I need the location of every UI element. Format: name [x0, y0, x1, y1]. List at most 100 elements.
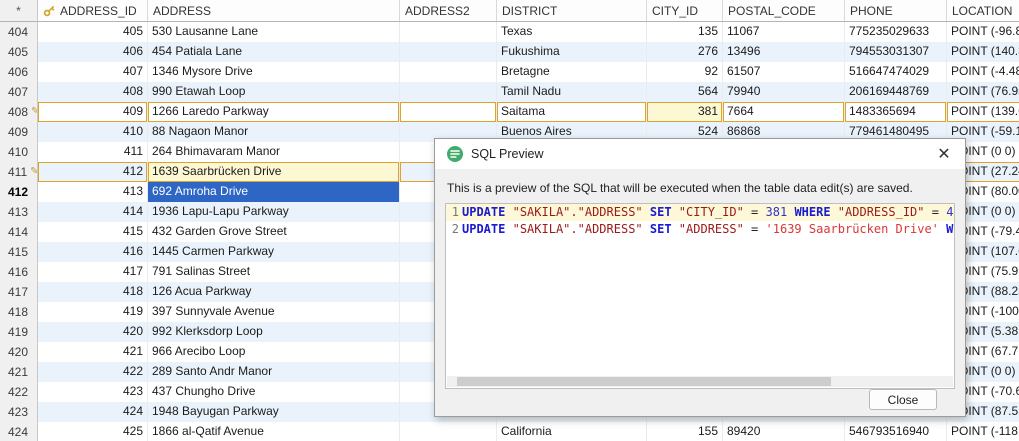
cell-postal_code[interactable]: 7664 [723, 102, 845, 122]
row-number-cell[interactable]: 418 [0, 302, 38, 322]
cell-address_id[interactable]: 415 [38, 222, 148, 242]
cell-postal_code[interactable]: 61507 [723, 62, 845, 82]
cell-address_id[interactable]: 409 [38, 102, 148, 122]
corner-header-cell[interactable]: * [0, 0, 38, 21]
cell-address_id[interactable]: 416 [38, 242, 148, 262]
column-header-address[interactable]: ADDRESS [148, 0, 400, 21]
column-header-address_id[interactable]: ADDRESS_ID [38, 0, 148, 21]
cell-address_id[interactable]: 425 [38, 422, 148, 441]
cell-district[interactable]: Texas [497, 22, 647, 42]
row-number-cell[interactable]: 405 [0, 42, 38, 62]
cell-address[interactable]: 437 Chungho Drive [148, 382, 400, 402]
cell-city_id[interactable]: 135 [647, 22, 723, 42]
cell-address2[interactable] [400, 82, 497, 102]
cell-address_id[interactable]: 419 [38, 302, 148, 322]
cell-location[interactable]: POINT (-96.8 [947, 22, 1019, 42]
cell-address[interactable]: 530 Lausanne Lane [148, 22, 400, 42]
cell-address[interactable]: 126 Acua Parkway [148, 282, 400, 302]
column-header-phone[interactable]: PHONE [845, 0, 947, 21]
cell-address[interactable]: 1445 Carmen Parkway [148, 242, 400, 262]
cell-address_id[interactable]: 414 [38, 202, 148, 222]
cell-address[interactable]: 692 Amroha Drive [148, 182, 400, 202]
row-number-cell[interactable]: 410 [0, 142, 38, 162]
cell-address[interactable]: 966 Arecibo Loop [148, 342, 400, 362]
cell-address[interactable]: 1266 Laredo Parkway [148, 102, 400, 122]
cell-district[interactable]: Bretagne [497, 62, 647, 82]
row-number-cell[interactable]: 411✎ [0, 162, 38, 182]
row-number-cell[interactable]: 413 [0, 202, 38, 222]
cell-postal_code[interactable]: 13496 [723, 42, 845, 62]
cell-address_id[interactable]: 406 [38, 42, 148, 62]
sql-preview-editor[interactable]: 1UPDATE "SAKILA"."ADDRESS" SET "CITY_ID"… [445, 203, 955, 389]
cell-city_id[interactable]: 155 [647, 422, 723, 441]
cell-address_id[interactable]: 407 [38, 62, 148, 82]
cell-location[interactable]: POINT (-4.48 [947, 62, 1019, 82]
cell-district[interactable]: Saitama [497, 102, 647, 122]
column-header-postal_code[interactable]: POSTAL_CODE [723, 0, 845, 21]
horizontal-scrollbar[interactable] [447, 376, 953, 387]
cell-address_id[interactable]: 413 [38, 182, 148, 202]
column-header-city_id[interactable]: CITY_ID [647, 0, 723, 21]
row-number-cell[interactable]: 414 [0, 222, 38, 242]
cell-address_id[interactable]: 417 [38, 262, 148, 282]
cell-address_id[interactable]: 418 [38, 282, 148, 302]
cell-address[interactable]: 264 Bhimavaram Manor [148, 142, 400, 162]
cell-address_id[interactable]: 423 [38, 382, 148, 402]
cell-address2[interactable] [400, 42, 497, 62]
row-number-cell[interactable]: 422 [0, 382, 38, 402]
cell-location[interactable]: POINT (140.3 [947, 42, 1019, 62]
row-number-cell[interactable]: 409 [0, 122, 38, 142]
cell-city_id[interactable]: 92 [647, 62, 723, 82]
cell-address[interactable]: 432 Garden Grove Street [148, 222, 400, 242]
row-number-cell[interactable]: 408✎ [0, 102, 38, 122]
cell-postal_code[interactable]: 79940 [723, 82, 845, 102]
cell-phone[interactable]: 206169448769 [845, 82, 947, 102]
column-header-district[interactable]: DISTRICT [497, 0, 647, 21]
scrollbar-thumb[interactable] [457, 377, 831, 386]
cell-location[interactable]: POINT (-118 [947, 422, 1019, 441]
cell-address_id[interactable]: 411 [38, 142, 148, 162]
cell-address2[interactable] [400, 62, 497, 82]
cell-phone[interactable]: 775235029633 [845, 22, 947, 42]
row-number-cell[interactable]: 420 [0, 342, 38, 362]
cell-postal_code[interactable]: 89420 [723, 422, 845, 441]
cell-city_id[interactable]: 381 [647, 102, 723, 122]
row-number-cell[interactable]: 412 [0, 182, 38, 202]
column-header-address2[interactable]: ADDRESS2 [400, 0, 497, 21]
cell-address2[interactable] [400, 422, 497, 441]
cell-address[interactable]: 397 Sunnyvale Avenue [148, 302, 400, 322]
cell-address[interactable]: 1639 Saarbrücken Drive [148, 162, 400, 182]
column-header-location[interactable]: LOCATION [947, 0, 1019, 21]
row-number-cell[interactable]: 404 [0, 22, 38, 42]
row-number-cell[interactable]: 415 [0, 242, 38, 262]
row-number-cell[interactable]: 406 [0, 62, 38, 82]
cell-address_id[interactable]: 424 [38, 402, 148, 422]
cell-address[interactable]: 289 Santo Andr Manor [148, 362, 400, 382]
cell-district[interactable]: Tamil Nadu [497, 82, 647, 102]
row-number-cell[interactable]: 407 [0, 82, 38, 102]
row-number-cell[interactable]: 421 [0, 362, 38, 382]
cell-address[interactable]: 88 Nagaon Manor [148, 122, 400, 142]
cell-location[interactable]: POINT (76.95 [947, 82, 1019, 102]
cell-address[interactable]: 1936 Lapu-Lapu Parkway [148, 202, 400, 222]
cell-city_id[interactable]: 564 [647, 82, 723, 102]
cell-district[interactable]: Fukushima [497, 42, 647, 62]
cell-address_id[interactable]: 408 [38, 82, 148, 102]
row-number-cell[interactable]: 417 [0, 282, 38, 302]
cell-postal_code[interactable]: 11067 [723, 22, 845, 42]
cell-phone[interactable]: 1483365694 [845, 102, 947, 122]
cell-address[interactable]: 1346 Mysore Drive [148, 62, 400, 82]
cell-address2[interactable] [400, 102, 497, 122]
cell-location[interactable]: POINT (139.6 [947, 102, 1019, 122]
cell-district[interactable]: California [497, 422, 647, 441]
cell-phone[interactable]: 516647474029 [845, 62, 947, 82]
row-number-cell[interactable]: 419 [0, 322, 38, 342]
row-number-cell[interactable]: 424 [0, 422, 38, 441]
cell-address2[interactable] [400, 22, 497, 42]
cell-address[interactable]: 791 Salinas Street [148, 262, 400, 282]
cell-address_id[interactable]: 412 [38, 162, 148, 182]
close-icon[interactable]: ✕ [931, 143, 957, 165]
cell-address[interactable]: 992 Klerksdorp Loop [148, 322, 400, 342]
cell-address[interactable]: 1948 Bayugan Parkway [148, 402, 400, 422]
cell-address_id[interactable]: 410 [38, 122, 148, 142]
